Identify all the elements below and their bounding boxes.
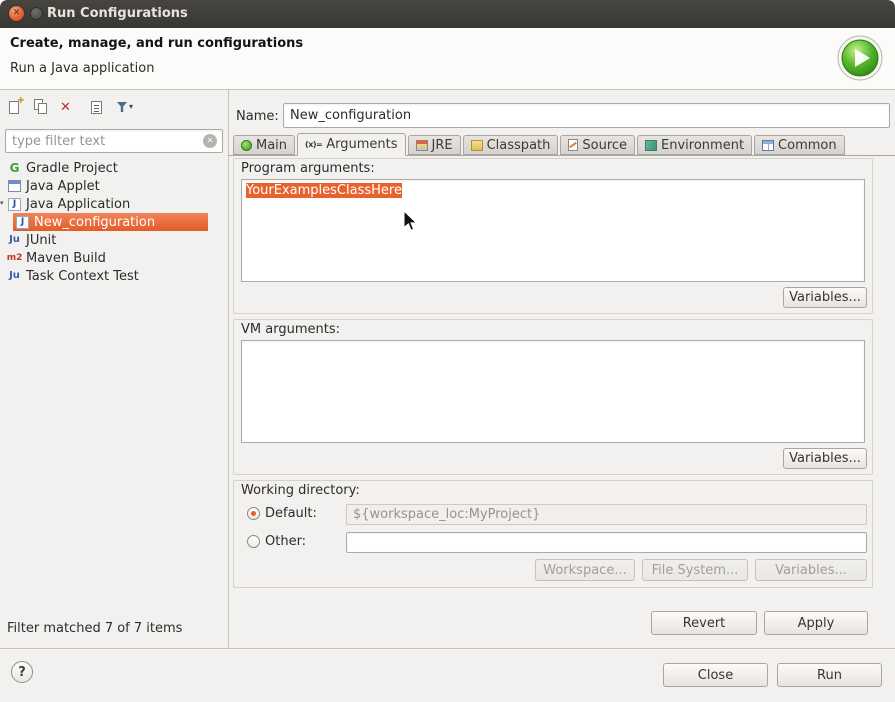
tree-item-task-context-test[interactable]: Ju Task Context Test bbox=[0, 267, 228, 285]
vm-arguments-label: VM arguments: bbox=[241, 322, 340, 337]
java-application-icon: J bbox=[8, 198, 21, 211]
tree-item-junit[interactable]: Ju JUnit bbox=[0, 231, 228, 249]
tree-item-label: Java Applet bbox=[26, 179, 100, 194]
working-directory-label: Working directory: bbox=[241, 483, 360, 498]
tab-label: Classpath bbox=[487, 138, 551, 153]
run-configurations-window: ✕ Run Configurations Create, manage, and… bbox=[0, 0, 895, 702]
revert-button[interactable]: Revert bbox=[651, 611, 757, 635]
tree-item-java-applet[interactable]: Java Applet bbox=[0, 177, 228, 195]
tree-item-new-configuration[interactable]: J New_configuration bbox=[13, 213, 208, 231]
filter-field-wrap: ✕ bbox=[5, 129, 223, 153]
tab-label: Environment bbox=[661, 138, 744, 153]
task-context-test-icon: Ju bbox=[9, 271, 20, 281]
source-tab-icon bbox=[568, 139, 578, 151]
vm-variables-button[interactable]: Variables... bbox=[783, 448, 867, 469]
config-tree: G Gradle Project Java Applet ▾ J Java Ap… bbox=[0, 159, 228, 285]
common-tab-icon bbox=[762, 140, 774, 151]
filter-status-text: Filter matched 7 of 7 items bbox=[7, 621, 182, 636]
minimize-window-button[interactable] bbox=[30, 7, 43, 20]
main-tab-icon bbox=[241, 140, 252, 151]
classpath-tab-icon bbox=[471, 140, 483, 151]
mouse-cursor bbox=[403, 210, 419, 236]
program-variables-button[interactable]: Variables... bbox=[783, 287, 867, 308]
selected-text: YourExamplesClassHere bbox=[246, 183, 402, 198]
vm-arguments-group: VM arguments: Variables... bbox=[233, 319, 873, 475]
program-arguments-textarea[interactable]: YourExamplesClassHere bbox=[241, 179, 865, 282]
java-application-icon: J bbox=[16, 216, 29, 229]
filter-configs-button[interactable]: ▾ bbox=[117, 102, 133, 112]
tree-item-label: Java Application bbox=[26, 197, 130, 212]
tab-label: Main bbox=[256, 138, 287, 153]
other-radio[interactable] bbox=[247, 535, 260, 548]
header-subtitle: Run a Java application bbox=[10, 61, 154, 76]
run-button[interactable]: Run bbox=[777, 663, 882, 687]
tab-bar: Main (x)= Arguments JRE Classpath Source… bbox=[233, 133, 847, 156]
close-icon: ✕ bbox=[13, 9, 21, 18]
java-applet-icon bbox=[8, 180, 21, 192]
close-window-button[interactable]: ✕ bbox=[8, 5, 25, 22]
chevron-down-icon: ▾ bbox=[129, 103, 133, 111]
window-title: Run Configurations bbox=[47, 0, 188, 28]
help-button[interactable]: ? bbox=[11, 661, 33, 683]
tree-item-maven-build[interactable]: m2 Maven Build bbox=[0, 249, 228, 267]
run-banner-icon bbox=[837, 35, 883, 81]
new-launch-config-icon[interactable]: + bbox=[7, 99, 24, 116]
expander-icon[interactable]: ▾ bbox=[0, 200, 4, 207]
default-radio[interactable] bbox=[247, 507, 260, 520]
tab-main[interactable]: Main bbox=[233, 135, 295, 155]
tree-item-label: Gradle Project bbox=[26, 161, 118, 176]
vm-arguments-textarea[interactable] bbox=[241, 340, 865, 443]
maven-icon: m2 bbox=[7, 254, 23, 263]
gradle-icon: G bbox=[10, 162, 20, 174]
close-button[interactable]: Close bbox=[663, 663, 768, 687]
filter-icon bbox=[117, 102, 127, 112]
collapse-all-icon[interactable] bbox=[88, 99, 105, 116]
working-directory-group: Working directory: Default: Other: Works… bbox=[233, 480, 873, 588]
delete-icon: ✕ bbox=[60, 101, 71, 114]
dialog-header: Create, manage, and run configurations R… bbox=[0, 28, 895, 90]
default-directory-input bbox=[346, 504, 867, 525]
filter-input[interactable] bbox=[5, 129, 223, 153]
program-arguments-group: Program arguments: YourExamplesClassHere… bbox=[233, 158, 873, 314]
default-radio-label[interactable]: Default: bbox=[265, 506, 317, 521]
tree-item-java-application[interactable]: ▾ J Java Application bbox=[0, 195, 228, 213]
tab-source[interactable]: Source bbox=[560, 135, 635, 155]
name-input[interactable] bbox=[283, 103, 890, 128]
delete-config-icon[interactable]: ✕ bbox=[57, 99, 74, 116]
tab-environment[interactable]: Environment bbox=[637, 135, 752, 155]
duplicate-config-icon[interactable] bbox=[32, 99, 49, 116]
tab-jre[interactable]: JRE bbox=[408, 135, 461, 155]
environment-tab-icon bbox=[645, 140, 657, 151]
directory-variables-button[interactable]: Variables... bbox=[755, 559, 867, 581]
name-label: Name: bbox=[236, 109, 279, 124]
tab-label: Common bbox=[778, 138, 837, 153]
tree-item-label: New_configuration bbox=[34, 215, 155, 230]
jre-tab-icon bbox=[416, 140, 428, 151]
other-directory-input[interactable] bbox=[346, 532, 867, 553]
tab-common[interactable]: Common bbox=[754, 135, 845, 155]
other-radio-label[interactable]: Other: bbox=[265, 534, 306, 549]
help-icon: ? bbox=[18, 665, 26, 680]
footer-divider bbox=[0, 648, 895, 649]
tree-item-gradle-project[interactable]: G Gradle Project bbox=[0, 159, 228, 177]
tree-item-label: Maven Build bbox=[26, 251, 106, 266]
tab-label: JRE bbox=[432, 138, 453, 153]
arguments-tab-icon: (x)= bbox=[305, 141, 322, 149]
sidebar-toolbar: + ✕ ▾ bbox=[7, 97, 133, 117]
tab-classpath[interactable]: Classpath bbox=[463, 135, 559, 155]
tab-label: Source bbox=[582, 138, 627, 153]
header-title: Create, manage, and run configurations bbox=[10, 36, 303, 51]
program-arguments-label: Program arguments: bbox=[241, 161, 375, 176]
clear-filter-icon[interactable]: ✕ bbox=[203, 134, 217, 148]
workspace-button[interactable]: Workspace... bbox=[535, 559, 635, 581]
titlebar: ✕ Run Configurations bbox=[0, 0, 895, 28]
sidebar-divider bbox=[228, 90, 229, 648]
tab-label: Arguments bbox=[326, 137, 397, 152]
apply-button[interactable]: Apply bbox=[764, 611, 868, 635]
tree-item-label: Task Context Test bbox=[26, 269, 139, 284]
junit-icon: Ju bbox=[9, 235, 20, 245]
tab-arguments[interactable]: (x)= Arguments bbox=[297, 133, 405, 156]
file-system-button[interactable]: File System... bbox=[642, 559, 748, 581]
tree-item-label: JUnit bbox=[26, 233, 56, 248]
